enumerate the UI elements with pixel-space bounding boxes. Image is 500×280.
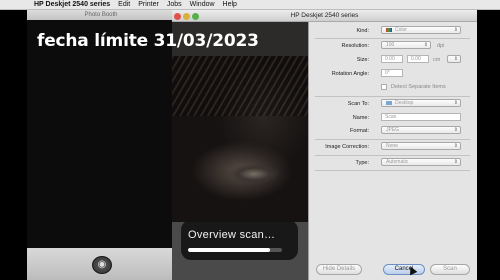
image-correction-label: Image Correction: <box>325 144 369 150</box>
type-label: Type: <box>355 160 369 166</box>
photobooth-viewport <box>27 20 172 248</box>
separator <box>315 155 470 156</box>
separator <box>315 96 470 97</box>
scan-button[interactable]: Scan <box>430 264 470 275</box>
detect-items-label: Detect Separate Items <box>391 84 446 90</box>
popup-arrows-icon: ⇕ <box>453 27 458 33</box>
rotation-label: Rotation Angle: <box>331 71 369 77</box>
type-popup[interactable]: Automatic ⇕ <box>381 158 461 166</box>
zoom-window-icon[interactable] <box>192 13 199 20</box>
overview-scan-text: Overview scan… <box>188 229 276 241</box>
deadline-caption: fecha límite 31/03/2023 <box>37 31 259 51</box>
menu-help[interactable]: Help <box>223 1 237 8</box>
image-correction-popup[interactable]: None ⇕ <box>381 142 461 150</box>
menu-window[interactable]: Window <box>190 1 215 8</box>
menu-printer[interactable]: Printer <box>138 1 159 8</box>
minimize-window-icon[interactable] <box>183 13 190 20</box>
scan-to-value: Desktop <box>395 100 414 106</box>
resolution-value: 100 <box>386 42 395 48</box>
scan-settings-panel: Kind: Color ⇕ Resolution: 100 ⇕ dpi Size: … <box>308 22 477 280</box>
kind-popup[interactable]: Color ⇕ <box>381 26 461 34</box>
color-swatch-icon <box>386 27 392 32</box>
format-value: JPEG <box>386 127 400 133</box>
popup-arrows-icon: ⇕ <box>453 143 458 149</box>
folder-icon <box>386 100 392 105</box>
menu-app-name[interactable]: HP Deskjet 2540 series <box>34 1 110 8</box>
menu-edit[interactable]: Edit <box>118 1 130 8</box>
overview-scan-progress <box>188 248 282 252</box>
rotation-field[interactable]: 0° <box>381 69 403 77</box>
preview-image-detail <box>172 56 308 116</box>
popup-arrows-icon: ⇕ <box>453 127 458 133</box>
resolution-label: Resolution: <box>341 43 369 49</box>
screen: HP Deskjet 2540 series Edit Printer Jobs… <box>0 0 500 280</box>
name-label: Name: <box>352 115 369 121</box>
separator <box>315 38 470 39</box>
size-unit-popup[interactable]: ⇕ <box>447 55 461 63</box>
scan-preview[interactable]: Overview scan… <box>172 22 308 280</box>
popup-arrows-icon: ⇕ <box>423 42 428 48</box>
cancel-button[interactable]: Cancel <box>383 264 425 275</box>
hide-details-button[interactable]: Hide Details <box>316 264 362 275</box>
size-unit: cm <box>433 57 441 63</box>
kind-label: Kind: <box>356 28 369 34</box>
resolution-unit: dpi <box>437 43 445 49</box>
popup-arrows-icon: ⇕ <box>453 159 458 165</box>
popup-arrows-icon: ⇕ <box>453 56 458 62</box>
size-width-field[interactable]: 0.00 <box>381 55 403 63</box>
popup-arrows-icon: ⇕ <box>453 100 458 106</box>
overview-scan-progress-fill <box>188 248 270 252</box>
scan-to-label: Scan To: <box>347 101 369 107</box>
image-correction-value: None <box>386 143 398 149</box>
menu-bar: HP Deskjet 2540 series Edit Printer Jobs… <box>0 0 500 10</box>
photobooth-title: Photo Booth <box>27 10 175 20</box>
format-label: Format: <box>350 128 369 134</box>
separator <box>315 139 470 140</box>
format-popup[interactable]: JPEG ⇕ <box>381 126 461 134</box>
type-value: Automatic <box>386 159 409 165</box>
name-field[interactable]: Scan <box>381 113 461 121</box>
menu-jobs[interactable]: Jobs <box>167 1 182 8</box>
dialog-title: HP Deskjet 2540 series <box>172 10 477 22</box>
close-window-icon[interactable] <box>174 13 181 20</box>
size-label: Size: <box>356 57 369 63</box>
resolution-popup[interactable]: 100 ⇕ <box>381 41 431 49</box>
size-height-field[interactable]: 0.00 <box>407 55 429 63</box>
scan-to-popup[interactable]: Desktop ⇕ <box>381 99 461 107</box>
camera-shutter-button[interactable]: ◉ <box>92 256 112 274</box>
kind-value: Color <box>395 27 407 33</box>
detect-items-checkbox[interactable] <box>381 84 387 90</box>
separator <box>315 170 470 171</box>
